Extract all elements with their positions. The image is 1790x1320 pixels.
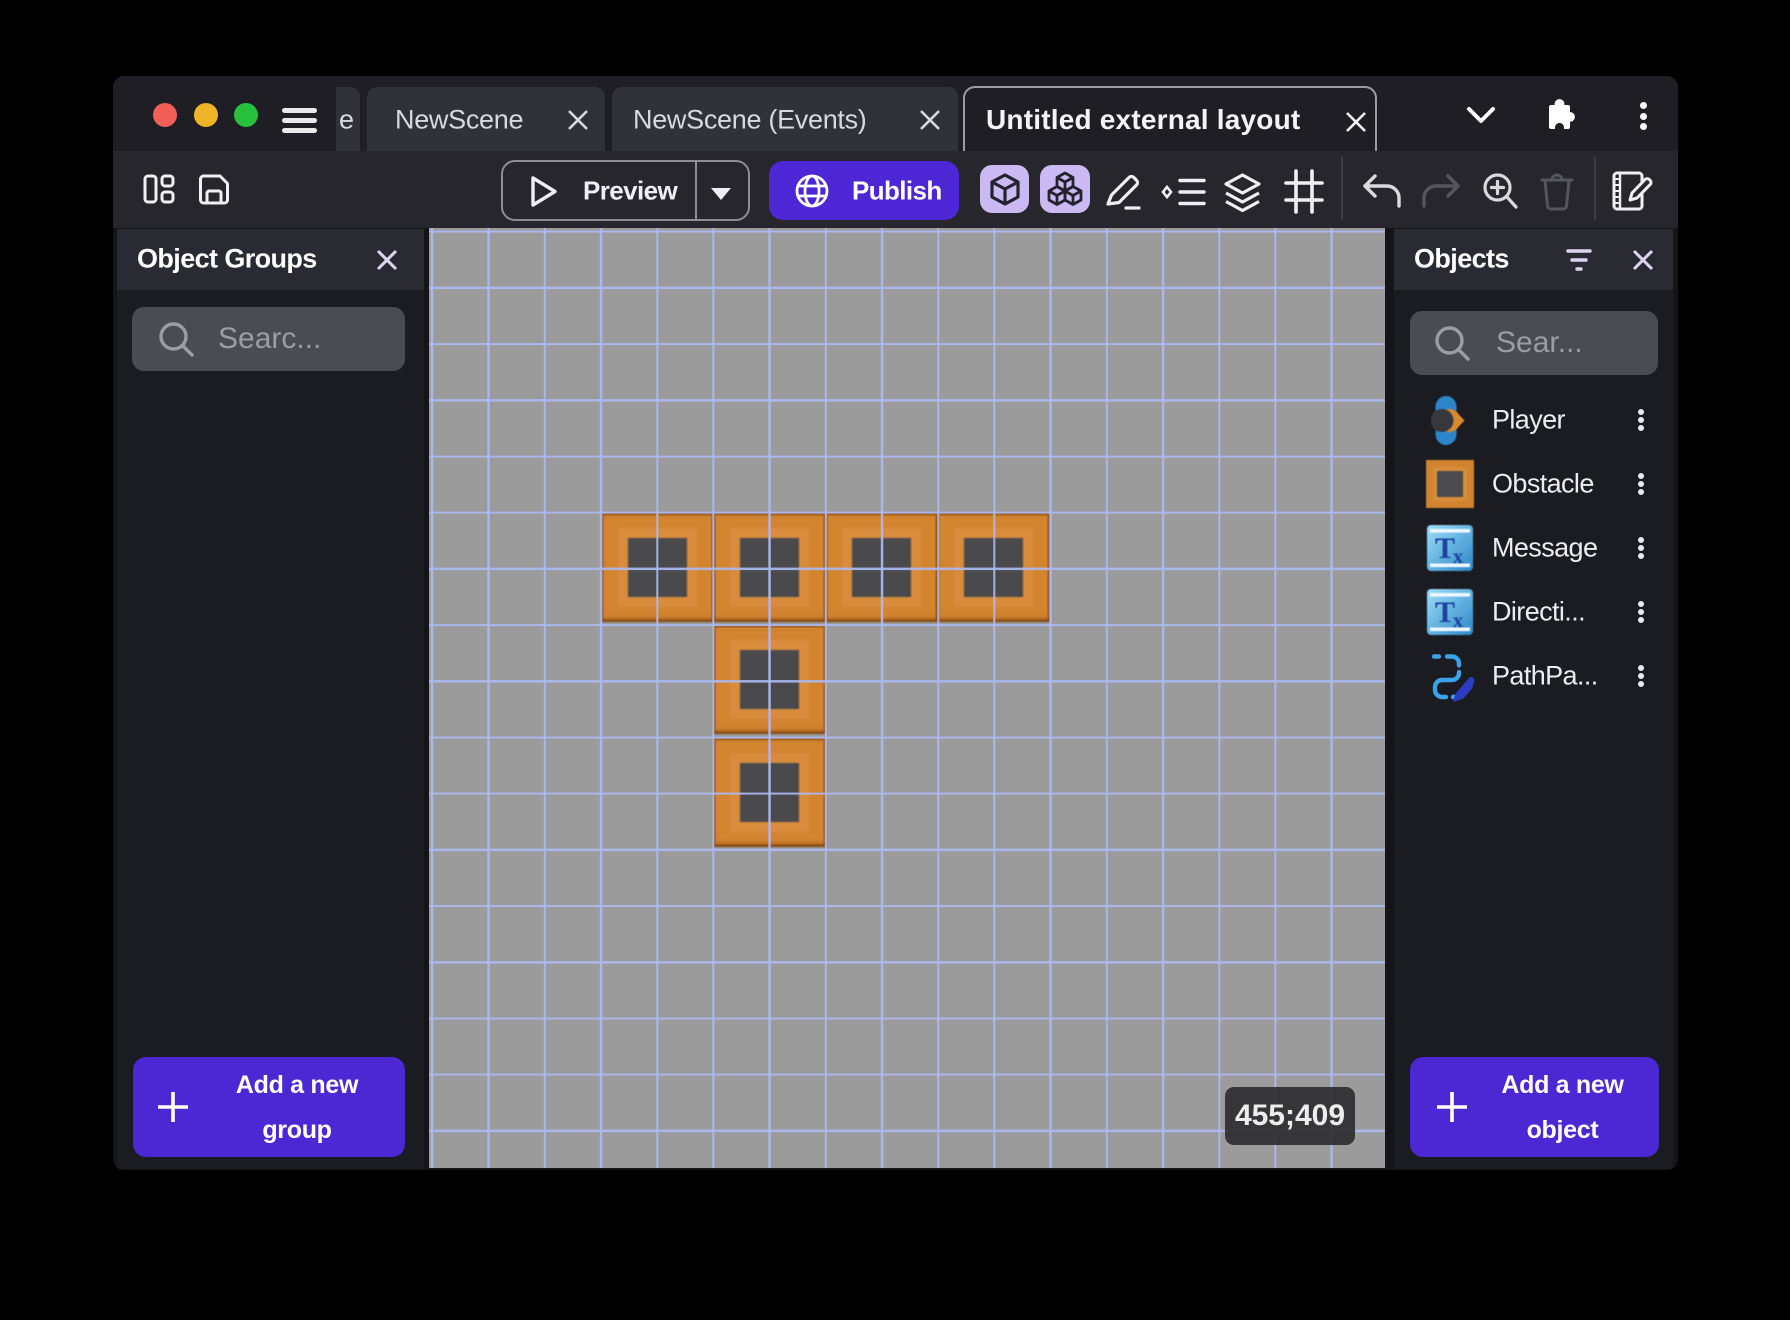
svg-text:x: x — [1453, 546, 1463, 568]
svg-text:x: x — [1453, 610, 1463, 632]
svg-text:T: T — [1435, 532, 1455, 565]
svg-text:T: T — [1435, 596, 1455, 629]
